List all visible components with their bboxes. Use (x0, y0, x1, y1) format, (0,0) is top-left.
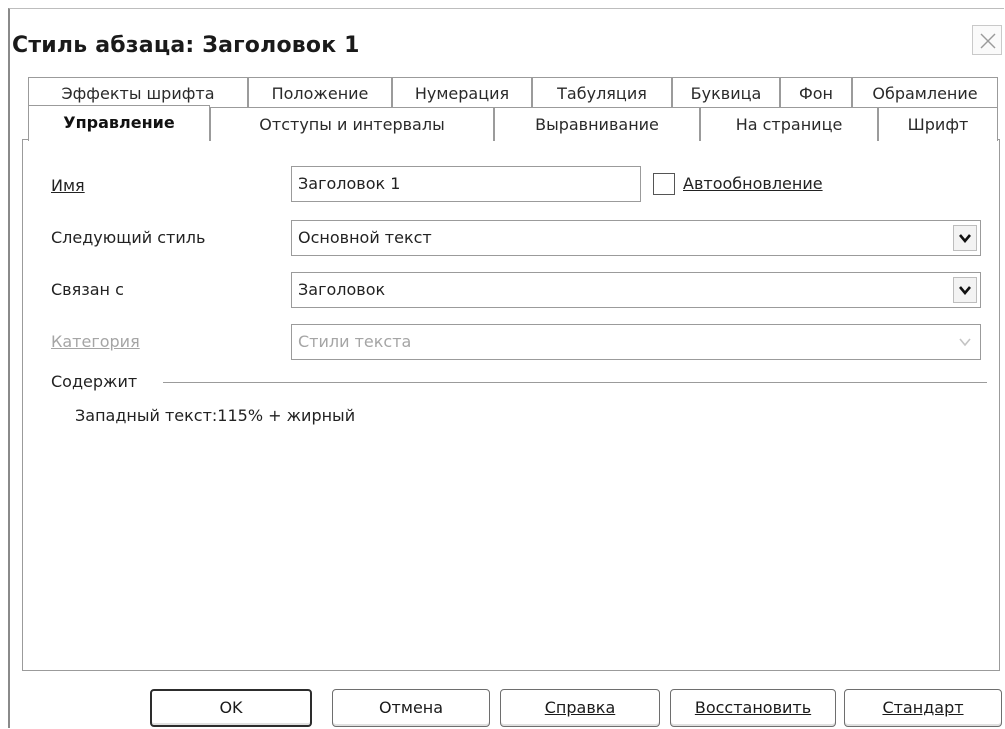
autoupdate-checkbox[interactable] (653, 173, 675, 195)
tab-panel-organizer: Имя Заголовок 1 Автообновление Следующий… (22, 139, 1000, 671)
linked-with-value: Заголовок (298, 280, 386, 299)
dialog-title: Стиль абзаца: Заголовок 1 (12, 33, 360, 58)
tab-background[interactable]: Фон (780, 77, 852, 109)
category-value: Стили текста (298, 332, 412, 351)
title-bar: Стиль абзаца: Заголовок 1 (10, 9, 1004, 65)
close-icon (980, 33, 996, 49)
tab-tabs[interactable]: Табуляция (532, 77, 672, 109)
tab-indents-spacing[interactable]: Отступы и интервалы (210, 107, 494, 141)
chevron-down-icon (959, 338, 971, 347)
linked-with-label: Связан с (51, 280, 124, 299)
linked-with-dropdown-button[interactable] (953, 277, 977, 303)
cancel-button[interactable]: Отмена (332, 689, 490, 727)
next-style-value: Основной текст (298, 228, 432, 247)
reset-button[interactable]: Восстановить (670, 689, 836, 727)
tab-borders[interactable]: Обрамление (852, 77, 998, 109)
tab-numbering[interactable]: Нумерация (392, 77, 532, 109)
autoupdate-label: Автообновление (683, 174, 823, 193)
contains-divider (163, 382, 987, 383)
next-style-dropdown-button[interactable] (953, 225, 977, 251)
tab-organizer[interactable]: Управление (28, 105, 210, 141)
tab-drop-caps[interactable]: Буквица (672, 77, 780, 109)
paragraph-style-dialog: Стиль абзаца: Заголовок 1 Эффекты шрифта… (8, 8, 1004, 728)
ok-button[interactable]: OK (150, 689, 312, 727)
tab-font[interactable]: Шрифт (878, 107, 998, 141)
chevron-down-icon (959, 234, 971, 243)
close-button[interactable] (972, 25, 1002, 55)
name-field[interactable]: Заголовок 1 (291, 166, 641, 202)
next-style-label: Следующий стиль (51, 228, 206, 247)
next-style-select[interactable]: Основной текст (291, 220, 981, 256)
standard-button[interactable]: Стандарт (844, 689, 1002, 727)
contains-header: Содержит (51, 372, 138, 391)
chevron-down-icon (959, 286, 971, 295)
name-label: Имя (51, 176, 85, 195)
category-select: Стили текста (291, 324, 981, 360)
contains-text: Западный текст:115% + жирный (75, 406, 356, 425)
tab-alignment[interactable]: Выравнивание (494, 107, 700, 141)
tab-text-flow[interactable]: На странице (700, 107, 878, 141)
category-dropdown-button (953, 329, 977, 355)
tab-position[interactable]: Положение (248, 77, 392, 109)
linked-with-select[interactable]: Заголовок (291, 272, 981, 308)
category-label: Категория (51, 332, 140, 351)
help-button[interactable]: Справка (500, 689, 660, 727)
